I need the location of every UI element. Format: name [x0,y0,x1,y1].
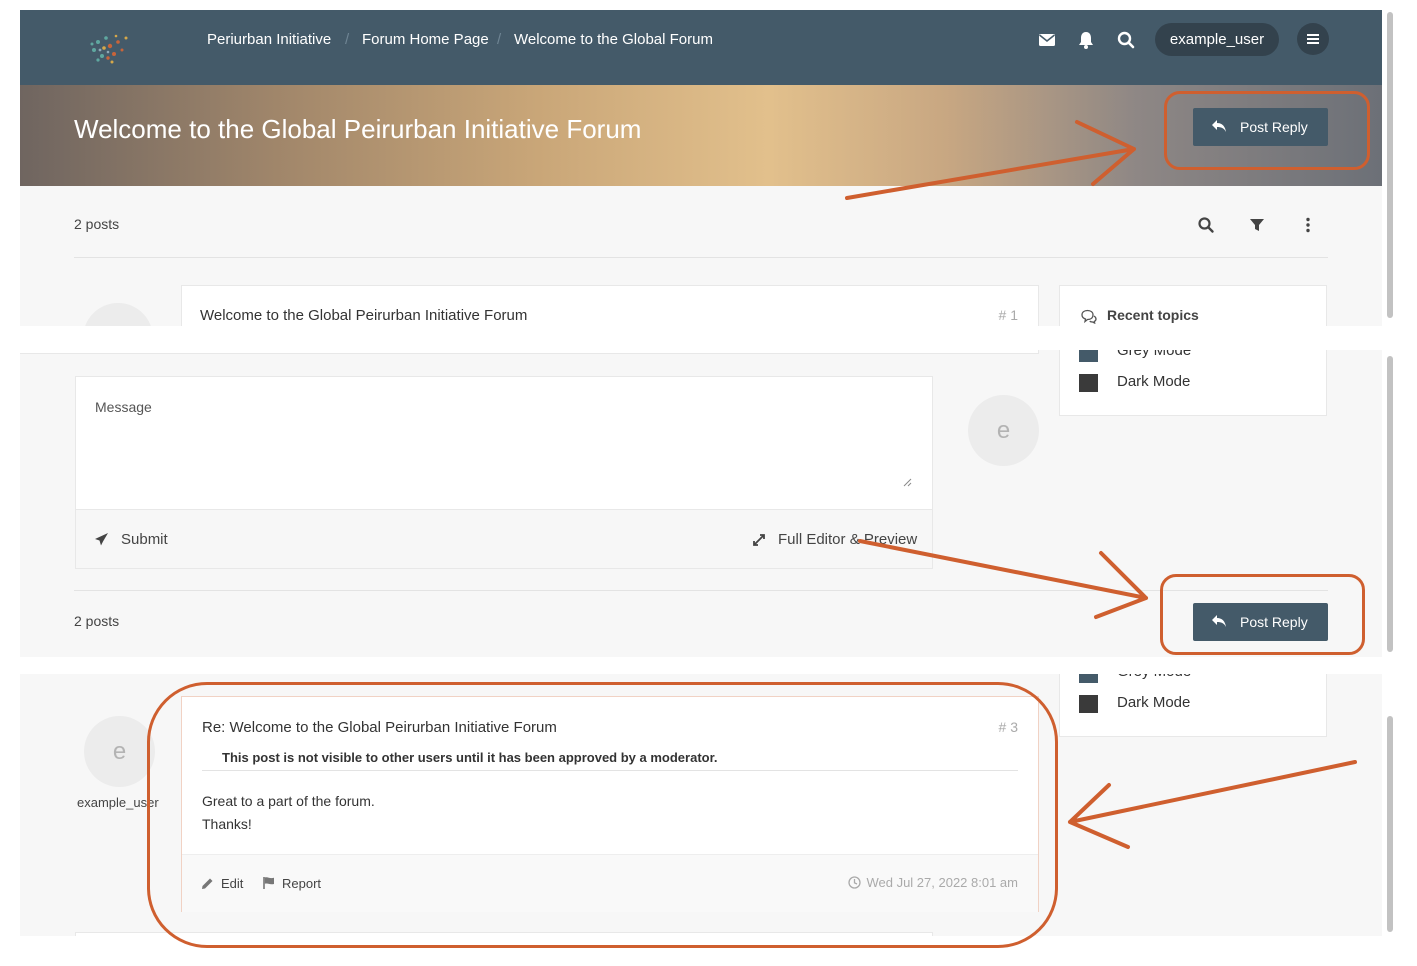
search-icon[interactable] [1116,30,1136,50]
recent-topics-widget: Recent topics [1059,285,1327,326]
top-navbar: Periurban Initiative / Forum Home Page /… [20,10,1382,85]
scrollbar[interactable] [1384,350,1396,657]
comments-icon [1081,309,1097,324]
divider [74,590,1328,591]
hamburger-icon [1307,34,1319,44]
search-topic-icon[interactable] [1197,216,1215,234]
dark-mode-option[interactable]: Dark Mode [1117,694,1190,711]
site-logo[interactable] [84,28,132,68]
full-editor-label: Full Editor & Preview [778,531,918,548]
annotation-highlight-top-reply [1164,91,1370,170]
resize-handle-icon[interactable] [903,478,912,487]
scrollbar[interactable] [1384,674,1396,936]
breadcrumb-separator: / [497,31,502,48]
first-post-card: Welcome to the Global Peirurban Initiati… [181,285,1039,326]
grey-mode-option[interactable]: Grey Mode [1117,350,1191,359]
full-editor-button[interactable]: Full Editor & Preview [752,530,922,552]
grey-mode-option[interactable]: Grey Mode [1117,674,1191,680]
bell-icon[interactable] [1076,30,1096,50]
avatar [83,303,153,326]
breadcrumb-current-topic[interactable]: Welcome to the Global Forum [514,31,713,48]
grey-mode-swatch[interactable] [1079,350,1098,362]
breadcrumb-periurban-initiative[interactable]: Periurban Initiative [207,31,331,48]
more-options-icon[interactable] [1299,216,1317,234]
dark-mode-swatch[interactable] [1079,374,1098,392]
quick-reply-form: Message Submit Full Editor & Preview [75,376,933,569]
expand-icon [753,534,765,546]
dark-mode-option[interactable]: Dark Mode [1117,373,1190,390]
main-menu-button[interactable] [1297,23,1329,55]
first-post-number[interactable]: # 1 [999,307,1018,323]
first-post-title[interactable]: Welcome to the Global Peirurban Initiati… [200,307,527,324]
paper-plane-icon [95,533,108,546]
breadcrumb-forum-home[interactable]: Forum Home Page [362,31,489,48]
first-post-card-bottom [20,350,1039,354]
post-count: 2 posts [74,216,120,232]
grey-mode-swatch[interactable] [1079,674,1098,683]
style-switcher-widget: Grey Mode Dark Mode [1059,350,1327,416]
submit-label: Submit [121,531,168,548]
submit-button[interactable]: Submit [94,530,194,552]
topic-title: Welcome to the Global Peirurban Initiati… [74,114,642,144]
envelope-icon[interactable] [1037,30,1057,50]
message-textarea[interactable]: Message [76,377,932,510]
post-count-bottom: 2 posts [74,613,120,629]
divider [74,257,1328,258]
avatar: e [968,395,1039,466]
breadcrumb-separator: / [345,31,350,48]
filter-icon[interactable] [1248,216,1266,234]
message-placeholder: Message [95,399,152,415]
user-menu-button[interactable]: example_user [1155,23,1279,56]
dark-mode-swatch[interactable] [1079,695,1098,713]
style-switcher-widget: Grey Mode Dark Mode [1059,674,1327,737]
annotation-highlight-new-post [147,682,1058,948]
avatar[interactable]: e [84,716,155,787]
scrollbar[interactable] [1384,10,1396,326]
recent-topics-heading: Recent topics [1107,307,1199,323]
annotation-highlight-bottom-reply [1160,574,1365,655]
